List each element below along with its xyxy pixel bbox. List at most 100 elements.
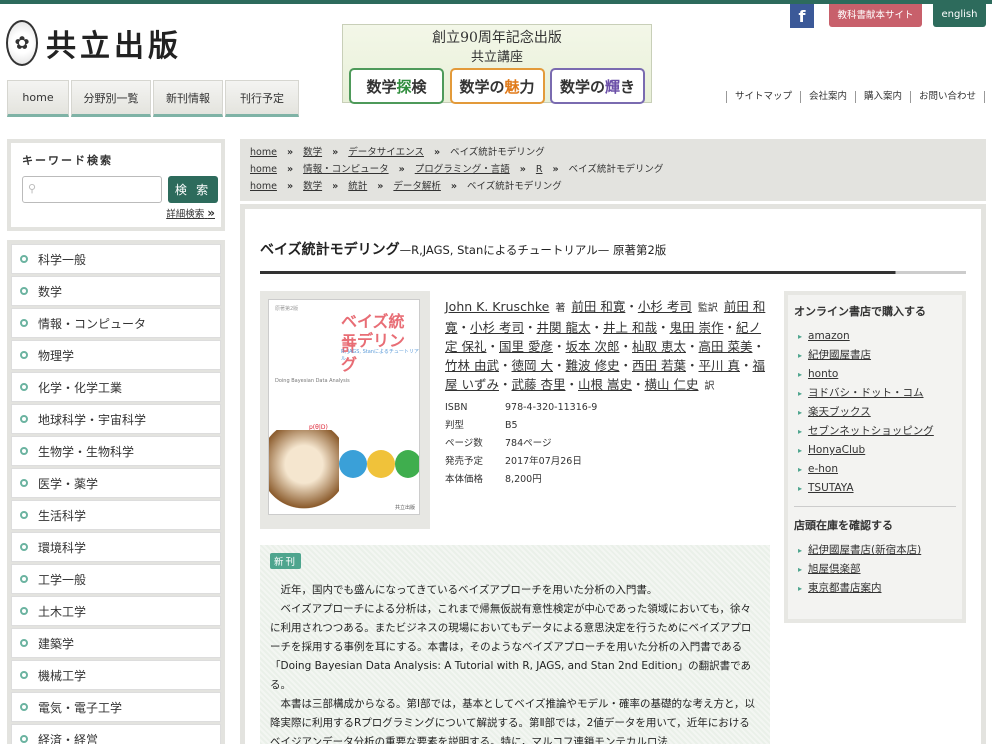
supervisor-link[interactable]: 小杉 考司 xyxy=(638,299,692,314)
shop-link[interactable]: ▸ 紀伊國屋書店 xyxy=(794,346,956,365)
supervisor-role: 監訳 xyxy=(697,303,718,314)
author-credits: John K. Kruschke 著前田 和寛・小杉 考司 監訳 前田 和寛・小杉 考… xyxy=(445,297,771,396)
translator-link[interactable]: 武藤 杏里 xyxy=(512,377,566,392)
triangle-right-icon: ▸ xyxy=(798,484,803,493)
breadcrumb-link[interactable]: home xyxy=(250,161,277,178)
company-link[interactable]: 会社案内 xyxy=(799,91,855,103)
breadcrumb-link[interactable]: 数学 xyxy=(303,178,322,195)
category-item[interactable]: 生活科学 xyxy=(11,500,221,530)
shop-link[interactable]: ▸ 東京都書店案内 xyxy=(794,579,956,598)
category-item[interactable]: 情報・コンピュータ xyxy=(11,308,221,338)
category-label: 経済・経営 xyxy=(38,732,99,744)
shop-link[interactable]: ▸ e-hon xyxy=(794,460,956,479)
shop-link[interactable]: ▸ honto xyxy=(794,365,956,384)
translator-link[interactable]: 西田 若葉 xyxy=(632,358,686,373)
name-separator: ・ xyxy=(590,320,604,335)
site-logo[interactable]: ✿ 共立出版 xyxy=(6,16,182,70)
nav-tab-categories[interactable]: 分野別一覧 xyxy=(71,80,151,117)
banner-box-exploration[interactable]: 数学探検 xyxy=(349,68,444,104)
shop-link[interactable]: ▸ HonyaClub xyxy=(794,441,956,460)
breadcrumb-link[interactable]: 情報・コンピュータ xyxy=(303,161,389,178)
translator-link[interactable]: 横山 仁史 xyxy=(645,377,699,392)
banner-box-charm[interactable]: 数学の魅力 xyxy=(449,68,545,104)
spec-value: 8,200円 xyxy=(505,474,542,485)
breadcrumb-link[interactable]: プログラミング・言語 xyxy=(415,161,510,178)
translator-link[interactable]: 高田 菜美 xyxy=(699,339,753,354)
shop-link[interactable]: ▸ 紀伊國屋書店(新宿本店) xyxy=(794,541,956,560)
translator-link[interactable]: 難波 修史 xyxy=(566,358,620,373)
spec-key: 発売予定 xyxy=(445,456,484,467)
book-detail-panel: ベイズ統計モデリング—R,JAGS, Stanによるチュートリアル— 原著第2版… xyxy=(240,204,986,744)
category-item[interactable]: 医学・薬学 xyxy=(11,468,221,498)
translator-link[interactable]: 山根 嵩史 xyxy=(578,377,632,392)
shop-link[interactable]: ▸ 旭屋倶楽部 xyxy=(794,560,956,579)
nav-tab-new-books[interactable]: 新刊情報 xyxy=(153,80,223,117)
category-item[interactable]: 環境科学 xyxy=(11,532,221,562)
nav-tab-upcoming[interactable]: 刊行予定 xyxy=(225,80,299,117)
triangle-right-icon: ▸ xyxy=(798,446,803,455)
banner-box-brilliance[interactable]: 数学の輝き xyxy=(550,68,645,104)
category-label: 生活科学 xyxy=(38,508,87,523)
category-item[interactable]: 数学 xyxy=(11,276,221,306)
breadcrumb-link[interactable]: home xyxy=(250,144,277,161)
search-button[interactable]: 検 索 xyxy=(168,176,218,203)
category-item[interactable]: 経済・経営 xyxy=(11,724,221,744)
triangle-right-icon: ▸ xyxy=(798,389,803,398)
translator-link[interactable]: 鬼田 崇作 xyxy=(670,320,724,335)
name-separator: ・ xyxy=(657,320,670,335)
chevron-right-icon: » xyxy=(398,164,405,175)
shop-link[interactable]: ▸ amazon xyxy=(794,327,956,346)
category-item[interactable]: 地球科学・宇宙科学 xyxy=(11,404,221,434)
breadcrumb-link[interactable]: 数学 xyxy=(303,144,322,161)
category-item[interactable]: 建築学 xyxy=(11,628,221,658)
book-cover-image[interactable]: 原著第2版 ベイズ統計 モデリング R, JAGS, Stanによるチュートリア… xyxy=(268,299,420,515)
search-input[interactable] xyxy=(22,176,162,203)
supervisor-link[interactable]: 前田 和寛 xyxy=(571,299,625,314)
shop-link[interactable]: ▸ TSUTAYA xyxy=(794,479,956,498)
breadcrumb-link[interactable]: home xyxy=(250,178,277,195)
shop-label: HonyaClub xyxy=(808,444,866,456)
translator-link[interactable]: 井上 和哉 xyxy=(603,320,657,335)
category-item[interactable]: 電気・電子工学 xyxy=(11,692,221,722)
title-divider xyxy=(260,271,966,274)
puppy-circle-green xyxy=(395,450,419,478)
breadcrumb-link[interactable]: データサイエンス xyxy=(348,144,424,161)
category-item[interactable]: 化学・化学工業 xyxy=(11,372,221,402)
utility-links: サイトマップ 会社案内 購入案内 お問い合わせ xyxy=(725,91,985,103)
spec-row: 発売予定 2017年07月26日 xyxy=(445,453,597,471)
category-item[interactable]: 機械工学 xyxy=(11,660,221,690)
breadcrumb-link[interactable]: 統計 xyxy=(348,178,367,195)
category-item[interactable]: 物理学 xyxy=(11,340,221,370)
purchase-guide-link[interactable]: 購入案内 xyxy=(854,91,910,103)
translator-link[interactable]: 井関 龍太 xyxy=(537,320,591,335)
breadcrumb-link[interactable]: R xyxy=(536,161,543,178)
shop-link[interactable]: ▸ 楽天ブックス xyxy=(794,403,956,422)
translator-link[interactable]: 徳岡 大 xyxy=(512,358,553,373)
advanced-search-link[interactable]: 詳細検索 » xyxy=(166,206,215,220)
translator-link[interactable]: 平川 真 xyxy=(699,358,740,373)
category-item[interactable]: 科学一般 xyxy=(11,244,221,274)
translator-link[interactable]: 坂本 次郎 xyxy=(566,339,620,354)
breadcrumb-link[interactable]: データ解析 xyxy=(393,178,441,195)
translator-link[interactable]: 国里 愛彦 xyxy=(499,339,553,354)
category-item[interactable]: 土木工学 xyxy=(11,596,221,626)
contact-link[interactable]: お問い合わせ xyxy=(909,91,985,103)
translator-link[interactable]: 小杉 考司 xyxy=(470,320,524,335)
circle-bullet-icon xyxy=(20,319,28,327)
textbook-site-button[interactable]: 教科書献本サイト xyxy=(829,4,922,27)
translator-link[interactable]: 竹林 由武 xyxy=(445,358,499,373)
category-item[interactable]: 生物学・生物科学 xyxy=(11,436,221,466)
shop-label: e-hon xyxy=(808,463,838,475)
anniversary-banner[interactable]: 創立90周年記念出版 共立講座 数学探検 数学の魅力 数学の輝き xyxy=(342,24,652,104)
shop-label: 紀伊國屋書店 xyxy=(808,349,872,361)
shop-link[interactable]: ▸ セブンネットショッピング xyxy=(794,422,956,441)
category-label: 地球科学・宇宙科学 xyxy=(38,412,147,427)
sitemap-link[interactable]: サイトマップ xyxy=(725,91,800,103)
translator-link[interactable]: 杣取 恵太 xyxy=(632,339,686,354)
facebook-icon[interactable]: f xyxy=(790,4,814,28)
author-link[interactable]: John K. Kruschke xyxy=(445,299,549,314)
nav-tab-home[interactable]: home xyxy=(7,80,69,117)
category-item[interactable]: 工学一般 xyxy=(11,564,221,594)
shop-link[interactable]: ▸ ヨドバシ・ドット・コム xyxy=(794,384,956,403)
english-button[interactable]: english xyxy=(933,4,986,27)
